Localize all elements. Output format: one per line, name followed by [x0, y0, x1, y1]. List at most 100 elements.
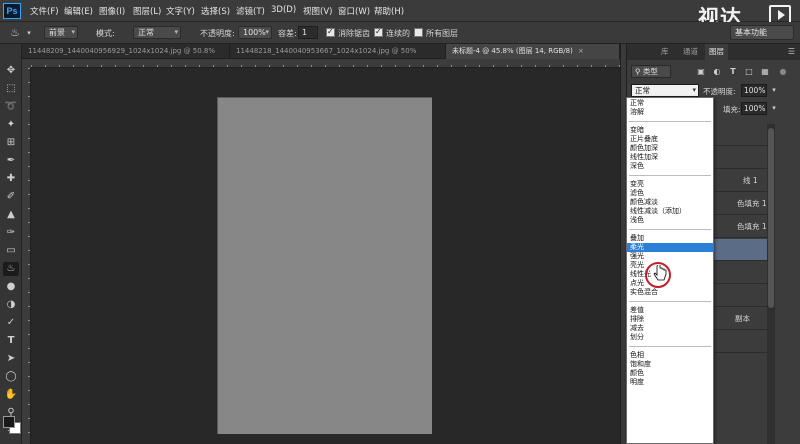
filter-toggle-icon[interactable]: ●: [777, 65, 789, 78]
blend-mode-option[interactable]: 变暗: [627, 126, 713, 135]
fill-field[interactable]: 100%: [741, 102, 767, 115]
brush-tool-icon[interactable]: ✐: [3, 190, 19, 204]
clone-stamp-tool-icon[interactable]: ▲: [3, 208, 19, 222]
chevron-down-icon[interactable]: ▾: [768, 84, 780, 97]
photoshop-logo-icon: Ps: [3, 3, 21, 19]
blend-mode-option[interactable]: 变亮: [627, 180, 713, 189]
menu-view[interactable]: 视图(V): [303, 5, 332, 17]
blend-mode-option[interactable]: 线性减淡（添加）: [627, 207, 713, 216]
blend-mode-option[interactable]: 划分: [627, 333, 713, 342]
blur-tool-icon[interactable]: ●: [3, 280, 19, 294]
tolerance-field[interactable]: 1: [298, 26, 318, 39]
fill-source-dropdown[interactable]: 前景: [44, 26, 78, 39]
blend-mode-option[interactable]: 叠加: [627, 234, 713, 243]
tab-document-3[interactable]: 未标题-4 @ 45.8% (图层 14, RGB/8) ×: [446, 44, 620, 59]
filter-adjustment-icon[interactable]: ◐: [711, 65, 723, 78]
tab-libraries[interactable]: 库: [657, 44, 673, 60]
blend-mode-option[interactable]: 浅色: [627, 216, 713, 225]
eyedropper-tool-icon[interactable]: ✒: [3, 154, 19, 168]
foreground-color-swatch[interactable]: [3, 416, 15, 428]
quick-select-tool-icon[interactable]: ✦: [3, 118, 19, 132]
canvas-area[interactable]: [31, 68, 620, 444]
paint-bucket-icon[interactable]: ♨: [8, 26, 22, 40]
hand-cursor-icon: [653, 265, 667, 281]
blend-mode-option[interactable]: 颜色加深: [627, 144, 713, 153]
menu-edit[interactable]: 编辑(E): [64, 5, 93, 17]
chevron-down-icon[interactable]: ▾: [22, 26, 36, 40]
menu-help[interactable]: 帮助(H): [374, 5, 404, 17]
blend-mode-option[interactable]: 差值: [627, 306, 713, 315]
filter-type-icon[interactable]: T: [727, 65, 739, 78]
blend-mode-option[interactable]: 溶解: [627, 108, 713, 117]
dodge-tool-icon[interactable]: ◑: [3, 298, 19, 312]
document-canvas[interactable]: [217, 97, 432, 434]
menu-window[interactable]: 窗口(W): [338, 5, 370, 17]
menu-type[interactable]: 文字(Y): [166, 5, 195, 17]
antialias-label: 消除锯齿: [338, 29, 370, 38]
blend-mode-option[interactable]: 柔光: [627, 243, 713, 252]
menu-3d[interactable]: 3D(D): [271, 5, 296, 15]
path-selection-tool-icon[interactable]: ➤: [3, 352, 19, 366]
blend-mode-option[interactable]: 实色混合: [627, 288, 713, 297]
blend-mode-option[interactable]: 深色: [627, 162, 713, 171]
filter-smart-object-icon[interactable]: ▦: [759, 65, 771, 78]
hand-tool-icon[interactable]: ✋: [3, 388, 19, 402]
blend-mode-option[interactable]: 颜色: [627, 369, 713, 378]
paint-bucket-tool-icon[interactable]: ♨: [3, 262, 19, 276]
panel-tabs: 库 通道 图层 ☰: [627, 44, 800, 60]
mode-dropdown[interactable]: 正常: [133, 26, 181, 39]
crop-tool-icon[interactable]: ⊞: [3, 136, 19, 150]
close-icon[interactable]: ×: [578, 47, 584, 55]
eraser-tool-icon[interactable]: ▭: [3, 244, 19, 258]
tab-document-2[interactable]: 11448218_1440040953667_1024x1024.jpg @ 5…: [230, 44, 446, 59]
contiguous-checkbox[interactable]: [374, 27, 383, 37]
fill-label: 填充:: [723, 105, 741, 114]
blend-mode-option[interactable]: 色相: [627, 351, 713, 360]
scrollbar-thumb[interactable]: [768, 128, 774, 308]
blend-mode-option[interactable]: 点光: [627, 279, 713, 288]
blend-mode-separator: [629, 301, 711, 302]
menu-select[interactable]: 选择(S): [201, 5, 230, 17]
blend-mode-option[interactable]: 颜色减淡: [627, 198, 713, 207]
opacity-field[interactable]: 100%: [238, 26, 272, 39]
menu-image[interactable]: 图像(I): [99, 5, 125, 17]
panel-menu-icon[interactable]: ☰: [788, 47, 795, 56]
chevron-down-icon[interactable]: ▾: [768, 102, 780, 115]
lasso-tool-icon[interactable]: ➰: [3, 100, 19, 114]
blend-mode-dropdown[interactable]: 正常: [631, 84, 699, 97]
blend-mode-option[interactable]: 亮光: [627, 261, 713, 270]
type-tool-icon[interactable]: T: [3, 334, 19, 348]
all-layers-checkbox[interactable]: [414, 28, 423, 37]
history-brush-tool-icon[interactable]: ✑: [3, 226, 19, 240]
menu-file[interactable]: 文件(F): [30, 5, 59, 17]
marquee-tool-icon[interactable]: ⬚: [3, 82, 19, 96]
blend-mode-option[interactable]: 明度: [627, 378, 713, 387]
blend-mode-option[interactable]: 排除: [627, 315, 713, 324]
menu-filter[interactable]: 滤镜(T): [236, 5, 265, 17]
mode-label: 模式:: [96, 29, 115, 38]
shape-tool-icon[interactable]: ◯: [3, 370, 19, 384]
tab-channels[interactable]: 通道: [679, 44, 702, 60]
healing-brush-tool-icon[interactable]: ✚: [3, 172, 19, 186]
antialias-checkbox[interactable]: [326, 27, 335, 37]
blend-mode-option[interactable]: 线性加深: [627, 153, 713, 162]
blend-mode-option[interactable]: 强光: [627, 252, 713, 261]
blend-mode-option[interactable]: 滤色: [627, 189, 713, 198]
opacity-field[interactable]: 100%: [741, 84, 767, 97]
filter-type-dropdown[interactable]: ⚲ 类型: [631, 65, 671, 78]
menu-layer[interactable]: 图层(L): [133, 5, 161, 17]
move-tool-icon[interactable]: ✥: [3, 64, 19, 78]
tab-title: 11448218_1440040953667_1024x1024.jpg @ 5…: [236, 47, 417, 55]
workspace-dropdown[interactable]: 基本功能: [730, 25, 794, 40]
blend-mode-option[interactable]: 减去: [627, 324, 713, 333]
blend-mode-option[interactable]: 正片叠底: [627, 135, 713, 144]
filter-shape-icon[interactable]: □: [743, 65, 755, 78]
layers-scrollbar[interactable]: [767, 124, 775, 444]
blend-mode-row: 正常 不透明度: 100% ▾: [631, 84, 797, 98]
filter-pixel-icon[interactable]: ▣: [695, 65, 707, 78]
blend-mode-option[interactable]: 饱和度: [627, 360, 713, 369]
tab-document-1[interactable]: 11448209_1440040956929_1024x1024.jpg @ 5…: [22, 44, 230, 59]
tab-layers[interactable]: 图层: [705, 44, 728, 60]
blend-mode-option[interactable]: 正常: [627, 99, 713, 108]
pen-tool-icon[interactable]: ✓: [3, 316, 19, 330]
